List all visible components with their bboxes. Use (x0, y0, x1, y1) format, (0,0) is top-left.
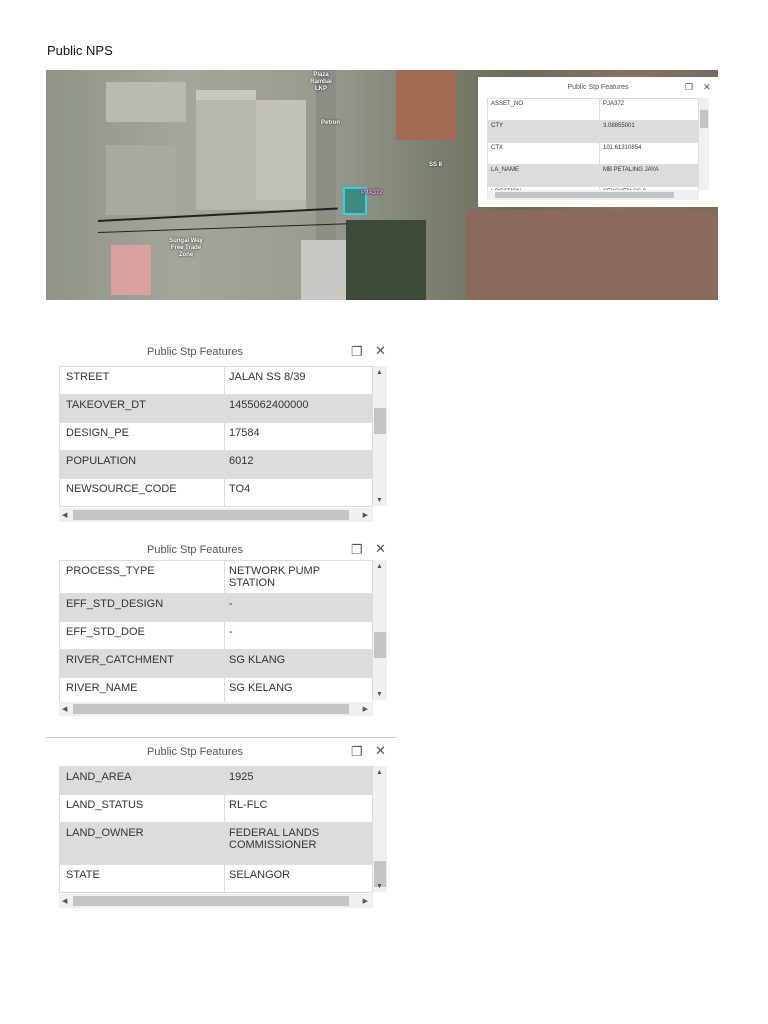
field-value: TO4 (224, 478, 373, 507)
feature-popup-4: Public Stp Features ❐ ✕ LAND_AREA 1925 LAN… (55, 740, 395, 925)
attribute-table: ASSET_NO PJA372 CTY 3.08855001 CTX 101.6131… (487, 98, 699, 200)
field-value: FEDERAL LANDS COMMISSIONER (224, 822, 373, 865)
scroll-down-icon[interactable]: ▼ (376, 691, 383, 698)
page-heading: Public NPS (47, 43, 113, 58)
field-value: 3.08855001 (599, 120, 699, 143)
field-name: PROCESS_TYPE (59, 560, 225, 594)
popup-title: Public Stp Features (147, 346, 243, 358)
vertical-scrollbar[interactable]: ▲ ▼ (373, 366, 387, 506)
vertical-scrollbar[interactable]: ▲ ▼ (373, 560, 387, 700)
map-label: Sungai Way Free Trade Zone (169, 238, 203, 258)
restore-icon[interactable]: ❐ (685, 82, 693, 93)
field-value: JALAN SS 8/39 (224, 366, 373, 395)
field-name: STATE (59, 864, 225, 893)
vertical-scrollbar[interactable] (699, 98, 709, 190)
field-value: PJA372 (599, 98, 699, 121)
restore-icon[interactable]: ❐ (351, 344, 363, 360)
field-name: TAKEOVER_DT (59, 394, 225, 423)
field-name: NEWSOURCE_CODE (59, 478, 225, 507)
field-value: 17584 (224, 422, 373, 451)
field-value: NETWORK PUMP STATION (224, 560, 373, 594)
popup-title: Public Stp Features (147, 544, 243, 556)
map-label: Plaza Rambai LKP (310, 72, 332, 92)
map-label: SS 8 (429, 162, 443, 168)
feature-popup-1: Public Stp Features ❐ ✕ ASSET_NO PJA372 C… (478, 77, 718, 207)
scroll-right-icon[interactable]: ▶ (363, 705, 368, 713)
field-name: STREET (59, 366, 225, 395)
popup-title: Public Stp Features (147, 746, 243, 758)
field-name: LA_NAME (487, 164, 600, 187)
feature-popup-3: Public Stp Features ❐ ✕ PROCESS_TYPE NETW… (55, 538, 395, 720)
field-value: SELANGOR (224, 864, 373, 893)
field-value: 6012 (224, 450, 373, 479)
field-name: CTX (487, 142, 600, 165)
scroll-left-icon[interactable]: ◀ (62, 897, 67, 905)
restore-icon[interactable]: ❐ (351, 542, 363, 558)
field-value: - (224, 621, 373, 650)
field-name: EFF_STD_DESIGN (59, 593, 225, 622)
close-icon[interactable]: ✕ (703, 82, 711, 93)
field-value: MB PETALING JAYA (599, 164, 699, 187)
map-label: PJA372 (361, 190, 383, 196)
document-page: Public NPS Plaza Rambai LKP Petron SS 8 … (0, 0, 768, 1024)
close-icon[interactable]: ✕ (375, 343, 386, 359)
field-name: ASSET_NO (487, 98, 600, 121)
field-value: - (224, 593, 373, 622)
popup-title: Public Stp Features (567, 84, 629, 91)
scroll-down-icon[interactable]: ▼ (376, 497, 383, 504)
vertical-scrollbar[interactable]: ▲ ▼ (373, 766, 387, 892)
field-value: 1455062400000 (224, 394, 373, 423)
scroll-left-icon[interactable]: ◀ (62, 705, 67, 713)
attribute-table: STREET JALAN SS 8/39 TAKEOVER_DT 1455062400… (59, 366, 373, 507)
field-value: RL-FLC (224, 794, 373, 823)
restore-icon[interactable]: ❐ (351, 744, 363, 760)
scroll-right-icon[interactable]: ▶ (363, 897, 368, 905)
feature-popup-2: Public Stp Features ❐ ✕ STREET JALAN SS 8… (55, 340, 395, 522)
scroll-right-icon[interactable]: ▶ (363, 511, 368, 519)
field-name: RIVER_CATCHMENT (59, 649, 225, 678)
scroll-up-icon[interactable]: ▲ (376, 563, 383, 570)
divider-line (46, 737, 396, 738)
field-value: 101.61310854 (599, 142, 699, 165)
attribute-table: PROCESS_TYPE NETWORK PUMP STATION EFF_STD_… (59, 560, 373, 706)
field-name: CTY (487, 120, 600, 143)
field-value: 1925 (224, 766, 373, 795)
close-icon[interactable]: ✕ (375, 743, 386, 759)
field-name: LAND_OWNER (59, 822, 225, 865)
field-name: LAND_AREA (59, 766, 225, 795)
field-value: SG KLANG (224, 649, 373, 678)
scroll-left-icon[interactable]: ◀ (62, 511, 67, 519)
field-name: POPULATION (59, 450, 225, 479)
attribute-table: LAND_AREA 1925 LAND_STATUS RL-FLC LAND_OWNER… (59, 766, 373, 893)
horizontal-scrollbar[interactable] (487, 190, 699, 200)
scroll-up-icon[interactable]: ▲ (376, 769, 383, 776)
field-name: LAND_STATUS (59, 794, 225, 823)
horizontal-scrollbar[interactable]: ◀ ▶ (59, 894, 373, 908)
scroll-down-icon[interactable]: ▼ (376, 883, 383, 890)
horizontal-scrollbar[interactable]: ◀ ▶ (59, 702, 373, 716)
map-label: Petron (321, 120, 341, 126)
scroll-up-icon[interactable]: ▲ (376, 369, 383, 376)
field-name: EFF_STD_DOE (59, 621, 225, 650)
close-icon[interactable]: ✕ (375, 541, 386, 557)
horizontal-scrollbar[interactable]: ◀ ▶ (59, 508, 373, 522)
field-name: DESIGN_PE (59, 422, 225, 451)
